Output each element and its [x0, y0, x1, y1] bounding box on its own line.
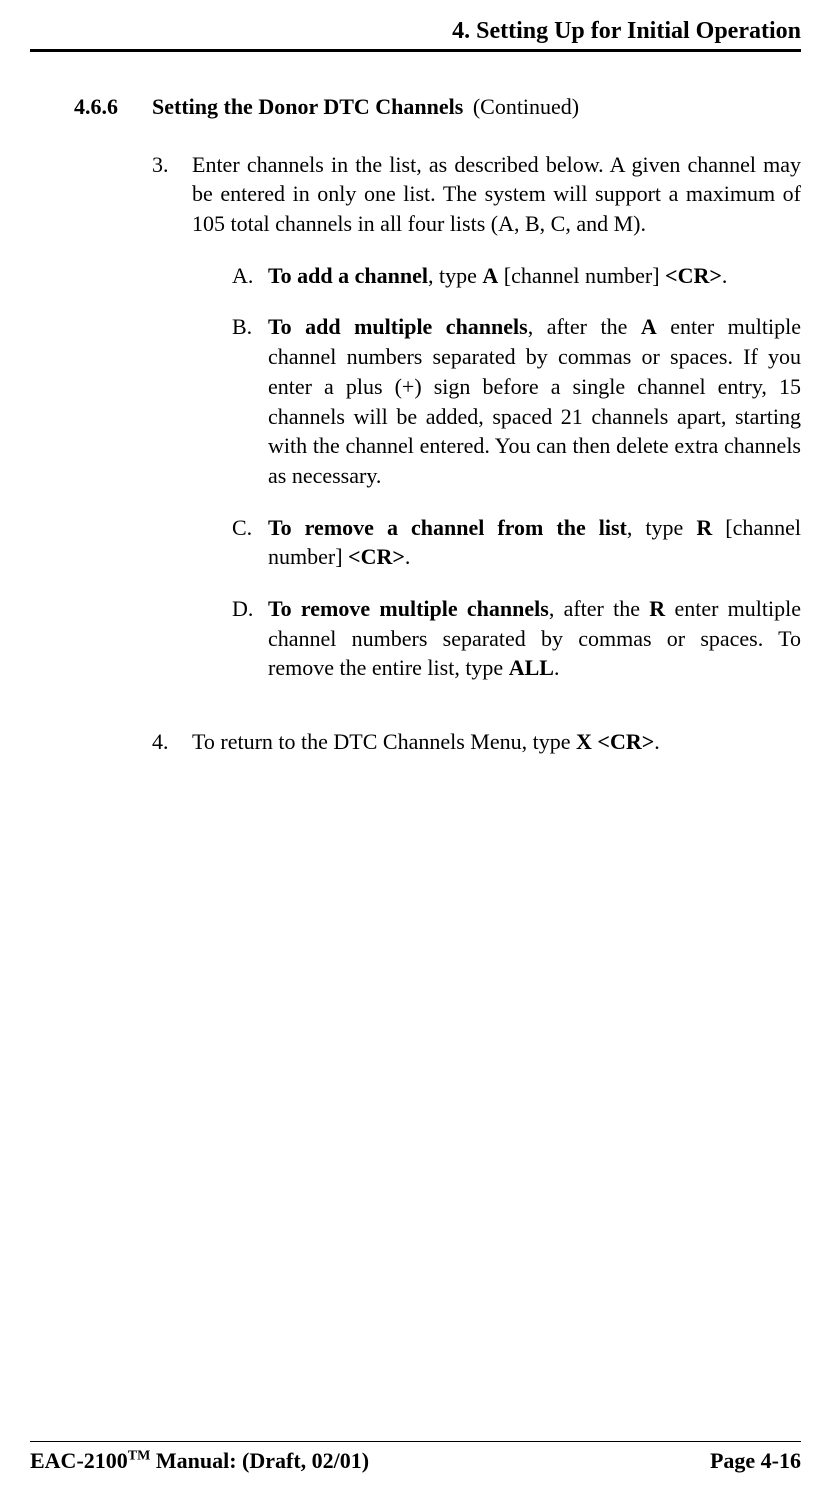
mid-text: , after the	[549, 596, 649, 621]
step-marker: 3.	[152, 150, 192, 705]
footer-manual: Manual: (Draft, 02/01)	[150, 1448, 369, 1473]
mid-text: , type	[428, 263, 482, 288]
mid-text: , after the	[528, 314, 641, 339]
key-text: X <CR>	[576, 729, 654, 754]
page-content: 4.6.6 Setting the Donor DTC Channels (Co…	[30, 52, 801, 1441]
substep-body: To remove a channel from the list, type …	[268, 513, 801, 572]
footer-product: EAC-2100	[30, 1448, 128, 1473]
rest-text: enter multiple channel numbers separated…	[268, 314, 801, 487]
step-3: 3. Enter channels in the list, as descri…	[152, 150, 801, 705]
section-number: 4.6.6	[30, 92, 152, 122]
substep-body: To add multiple channels, after the A en…	[268, 312, 801, 490]
tail-text: [channel number]	[498, 263, 665, 288]
dot-text: .	[654, 729, 660, 754]
page-footer: EAC-2100TM Manual: (Draft, 02/01) Page 4…	[30, 1442, 801, 1474]
end-text: <CR>	[348, 544, 405, 569]
footer-left: EAC-2100TM Manual: (Draft, 02/01)	[30, 1448, 369, 1474]
dot-text: .	[405, 544, 411, 569]
section-title: Setting the Donor DTC Channels	[152, 94, 463, 119]
all-text: ALL	[509, 655, 554, 680]
dot-text: .	[722, 263, 728, 288]
sub-steps: A. To add a channel, type A [channel num…	[192, 261, 801, 683]
substep-marker: B.	[232, 312, 268, 490]
footer-right: Page 4-16	[710, 1448, 801, 1474]
pre-text: To return to the DTC Channels Menu, type	[192, 729, 576, 754]
page-header: 4. Setting Up for Initial Operation	[30, 18, 801, 49]
substep-marker: C.	[232, 513, 268, 572]
step-body: To return to the DTC Channels Menu, type…	[192, 727, 801, 757]
section-title-wrap: Setting the Donor DTC Channels (Continue…	[152, 92, 579, 122]
substep-marker: A.	[232, 261, 268, 291]
ordered-steps: 3. Enter channels in the list, as descri…	[30, 150, 801, 757]
lead-text: To add a channel	[268, 263, 428, 288]
end-text: <CR>	[665, 263, 722, 288]
section-heading: 4.6.6 Setting the Donor DTC Channels (Co…	[30, 92, 801, 122]
lead-text: To add multiple channels	[268, 314, 528, 339]
step-intro: Enter channels in the list, as described…	[192, 152, 801, 236]
substep-marker: D.	[232, 594, 268, 683]
chapter-title: 4. Setting Up for Initial Operation	[452, 18, 801, 44]
lead-text: To remove a channel from the list	[268, 515, 627, 540]
step-marker: 4.	[152, 727, 192, 757]
substep-c: C. To remove a channel from the list, ty…	[232, 513, 801, 572]
section-suffix: (Continued)	[473, 94, 579, 119]
key-text: R	[696, 515, 712, 540]
substep-b: B. To add multiple channels, after the A…	[232, 312, 801, 490]
substep-body: To remove multiple channels, after the R…	[268, 594, 801, 683]
key-text: A	[482, 263, 498, 288]
key-text: A	[641, 314, 657, 339]
lead-text: To remove multiple channels	[268, 596, 549, 621]
substep-body: To add a channel, type A [channel number…	[268, 261, 801, 291]
trademark-icon: TM	[128, 1449, 151, 1464]
step-4: 4. To return to the DTC Channels Menu, t…	[152, 727, 801, 757]
key-text: R	[649, 596, 665, 621]
mid-text: , type	[627, 515, 696, 540]
substep-d: D. To remove multiple channels, after th…	[232, 594, 801, 683]
step-body: Enter channels in the list, as described…	[192, 150, 801, 705]
dot-text: .	[554, 655, 560, 680]
substep-a: A. To add a channel, type A [channel num…	[232, 261, 801, 291]
